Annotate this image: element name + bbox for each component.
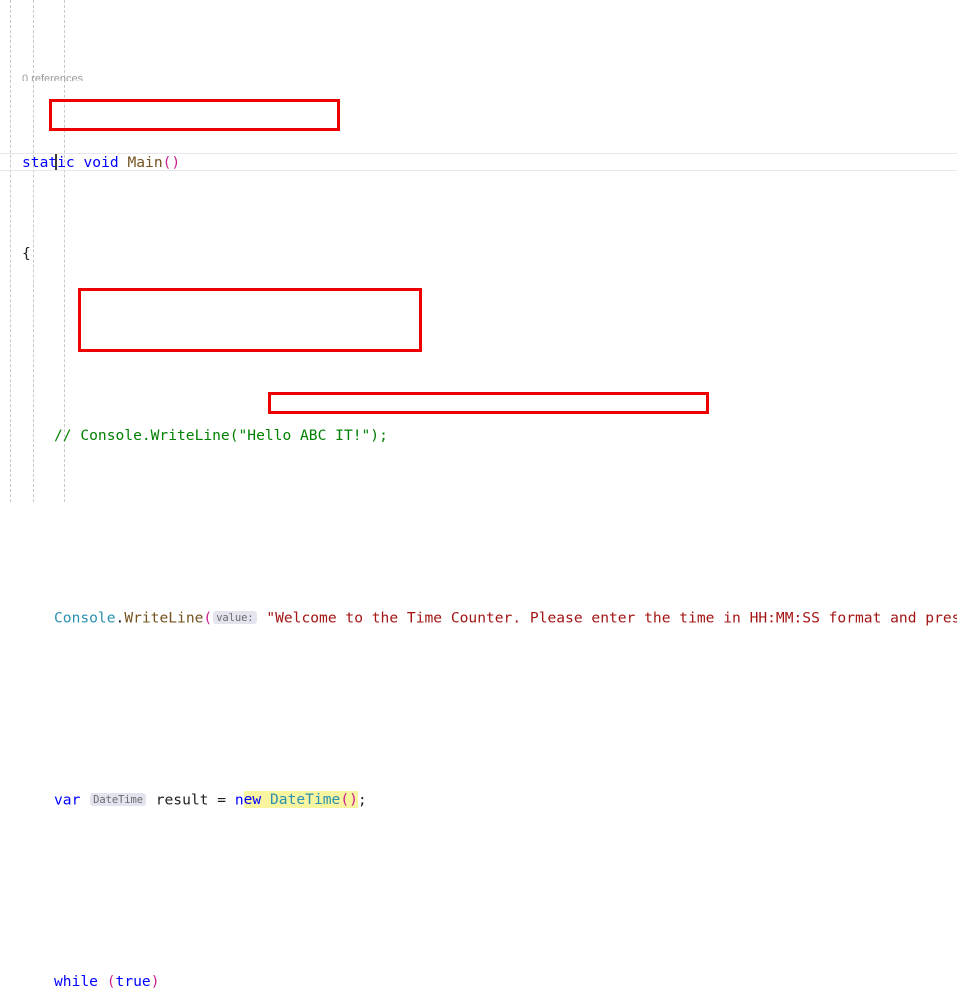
inlay-hint-type-datetime: DateTime bbox=[90, 793, 146, 806]
line-open-brace-main: { bbox=[0, 245, 957, 263]
line-while-true: while (true) bbox=[0, 973, 957, 991]
text-caret bbox=[55, 154, 57, 170]
semicolon-2: ; bbox=[358, 791, 367, 808]
paren-close-while: ) bbox=[151, 973, 160, 990]
method-main: Main bbox=[127, 154, 162, 171]
string-welcome: "Welcome to the Time Counter. Please ent… bbox=[266, 609, 957, 626]
comment-hello-text: // Console.WriteLine("Hello ABC IT!"); bbox=[54, 427, 388, 444]
paren-datetime-ctor: () bbox=[340, 791, 358, 808]
dot-1: . bbox=[116, 609, 125, 626]
codelens-label[interactable]: 0 references bbox=[22, 73, 83, 81]
paren-open-while: ( bbox=[107, 973, 116, 990]
code-text-layer[interactable]: 0 references static void Main() { // Con… bbox=[0, 0, 957, 1004]
keyword-static: static bbox=[22, 154, 75, 171]
line-writeline-welcome: Console.WriteLine(value: "Welcome to the… bbox=[0, 609, 957, 627]
method-writeline-1: WriteLine bbox=[124, 609, 203, 626]
keyword-true: true bbox=[116, 973, 151, 990]
codelens-references[interactable]: 0 references bbox=[0, 73, 957, 81]
equals-1: = bbox=[217, 791, 226, 808]
line-static-void-main: static void Main() bbox=[0, 154, 957, 172]
keyword-new: n bbox=[235, 791, 244, 808]
keyword-new-rest: ew bbox=[244, 791, 262, 808]
type-datetime-ctor: DateTime bbox=[270, 791, 340, 808]
line-blank-1 bbox=[0, 336, 957, 354]
keyword-var-1: var bbox=[54, 791, 80, 808]
line-blank-4 bbox=[0, 882, 957, 900]
inlay-hint-value-1: value: bbox=[213, 611, 256, 624]
variable-result-decl: result bbox=[156, 791, 209, 808]
line-blank-2 bbox=[0, 518, 957, 536]
paren-open-1: ( bbox=[203, 609, 212, 626]
paren-main: () bbox=[163, 154, 181, 171]
keyword-while: while bbox=[54, 973, 98, 990]
brace-open-main: { bbox=[22, 245, 31, 262]
type-console-1: Console bbox=[54, 609, 116, 626]
code-editor-pane[interactable]: 0 references static void Main() { // Con… bbox=[0, 0, 957, 502]
line-comment-hello: // Console.WriteLine("Hello ABC IT!"); bbox=[0, 427, 957, 445]
line-blank-3 bbox=[0, 700, 957, 718]
line-var-datetime-result: var DateTime result = new DateTime(); bbox=[0, 791, 957, 809]
keyword-void: void bbox=[84, 154, 119, 171]
